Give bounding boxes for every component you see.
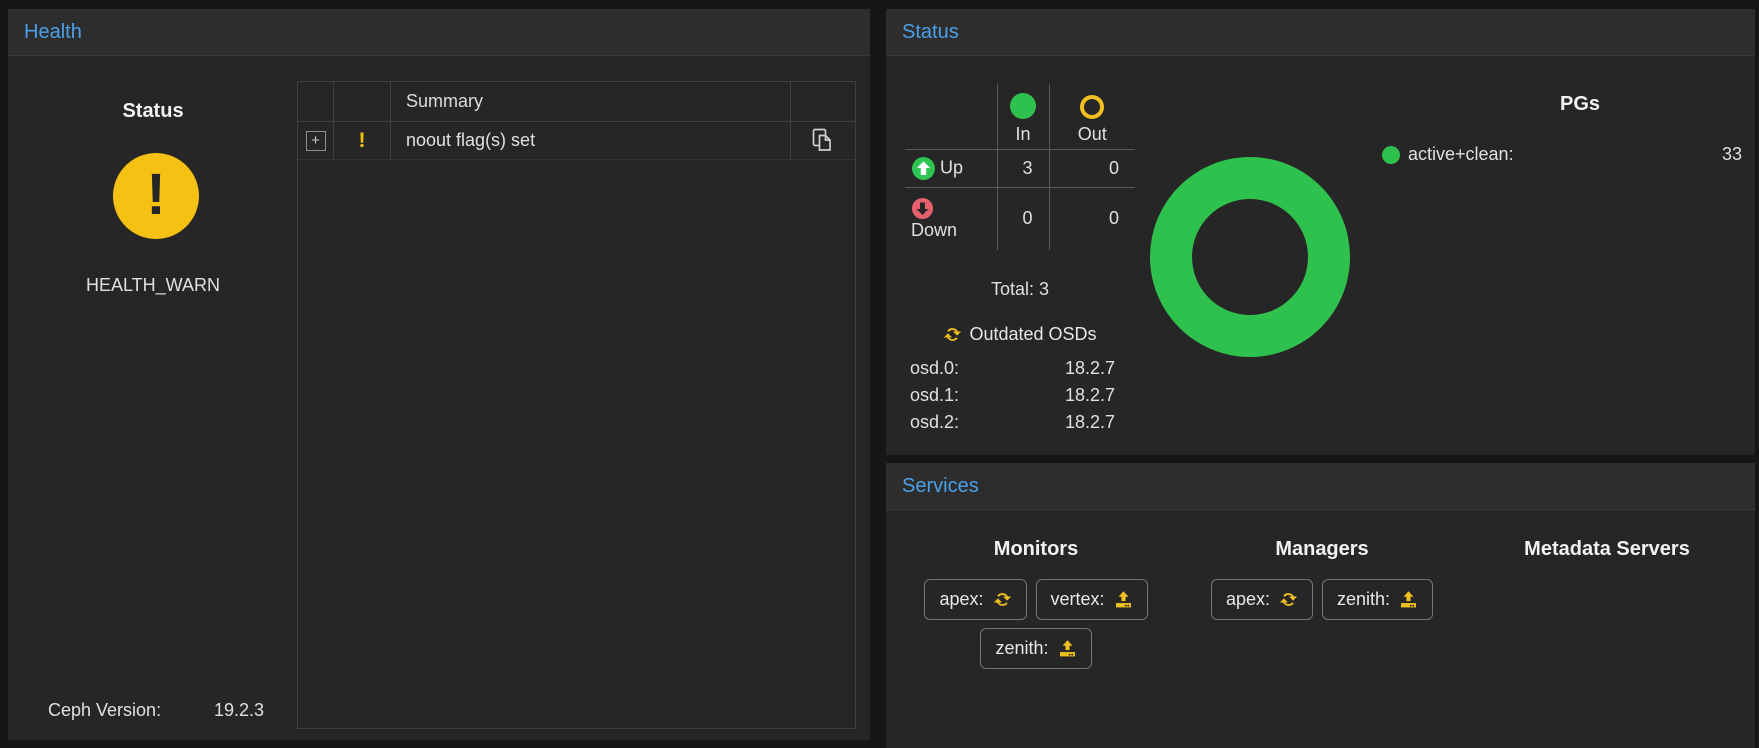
osd-name: osd.0:: [910, 355, 959, 382]
summary-cell: noout flag(s) set: [391, 122, 791, 159]
summary-column-header: Summary: [391, 82, 791, 121]
refresh-icon: [943, 325, 962, 344]
monitor-badge-vertex[interactable]: vertex:: [1036, 579, 1148, 620]
services-panel: Services Monitors apex: vertex: zenith: …: [886, 463, 1755, 748]
pgs-legend-label: active+clean:: [1408, 144, 1514, 165]
osd-down-row-label: Down: [905, 187, 997, 250]
osd-total: Total: 3: [905, 279, 1135, 300]
osd-grid-corner: [905, 84, 997, 149]
managers-heading: Managers: [1187, 538, 1457, 561]
expand-row-icon[interactable]: +: [306, 131, 326, 151]
badge-label: apex:: [939, 589, 983, 610]
upload-icon: [1114, 590, 1133, 609]
status-panel: Status In Out Up 3 0 Down 0: [886, 9, 1755, 455]
upload-icon: [1058, 639, 1077, 658]
manager-badge-zenith[interactable]: zenith:: [1322, 579, 1433, 620]
severity-column-header: [334, 82, 391, 121]
up-label: Up: [940, 157, 963, 177]
badge-label: zenith:: [995, 638, 1048, 659]
health-summary-table: Summary + ! noout flag(s) set: [297, 81, 856, 729]
osd-out-header: Out: [1049, 84, 1135, 149]
arrow-circle-down-icon: [911, 197, 934, 220]
health-status-value: HEALTH_WARN: [8, 275, 298, 296]
expand-column-header: [298, 82, 334, 121]
pgs-donut-chart: [1150, 157, 1350, 357]
monitor-badge-zenith[interactable]: zenith:: [980, 628, 1091, 669]
badge-label: apex:: [1226, 589, 1270, 610]
osd-version: 18.2.7: [1065, 409, 1115, 436]
warning-severity-icon: !: [359, 129, 366, 153]
osd-up-row-label: Up: [905, 149, 997, 187]
pgs-legend-row: active+clean: 33: [1382, 144, 1742, 165]
outdated-osds-heading: Outdated OSDs: [905, 324, 1135, 345]
badge-label: zenith:: [1337, 589, 1390, 610]
health-warning-icon: !: [113, 153, 199, 239]
manager-badge-apex[interactable]: apex:: [1211, 579, 1313, 620]
monitors-column: Monitors apex: vertex: zenith:: [901, 510, 1171, 669]
outdated-osd-row: osd.2: 18.2.7: [905, 409, 1135, 436]
outdated-osd-row: osd.1: 18.2.7: [905, 382, 1135, 409]
arrow-circle-up-icon: [911, 156, 936, 181]
in-label: In: [1015, 124, 1030, 144]
osd-up-in-value: 3: [997, 149, 1049, 187]
copy-icon[interactable]: [811, 128, 835, 154]
osd-version: 18.2.7: [1065, 355, 1115, 382]
health-panel-title: Health: [8, 9, 870, 56]
out-label: Out: [1078, 124, 1107, 144]
osd-version: 18.2.7: [1065, 382, 1115, 409]
osd-down-in-value: 0: [997, 187, 1049, 250]
outdated-osds-section: Outdated OSDs osd.0: 18.2.7 osd.1: 18.2.…: [905, 324, 1135, 436]
outdated-osd-row: osd.0: 18.2.7: [905, 355, 1135, 382]
active-clean-dot-icon: [1382, 146, 1400, 164]
health-status-heading: Status: [8, 100, 298, 123]
refresh-icon: [993, 590, 1012, 609]
osd-up-out-value: 0: [1049, 149, 1135, 187]
osd-updown-grid: In Out Up 3 0 Down 0 0: [905, 84, 1135, 250]
osd-name: osd.2:: [910, 409, 959, 436]
osd-name: osd.1:: [910, 382, 959, 409]
actions-column-header: [791, 82, 855, 121]
status-panel-title: Status: [886, 9, 1755, 56]
badge-label: vertex:: [1051, 589, 1105, 610]
managers-column: Managers apex: zenith:: [1187, 510, 1457, 620]
in-status-icon: [1010, 93, 1036, 119]
out-status-icon: [1080, 95, 1104, 119]
health-panel: Health Status ! HEALTH_WARN Summary + ! …: [8, 9, 870, 740]
ceph-version-label: Ceph Version:: [48, 700, 161, 721]
monitors-heading: Monitors: [901, 538, 1171, 561]
refresh-icon: [1279, 590, 1298, 609]
osd-down-out-value: 0: [1049, 187, 1135, 250]
pgs-heading: PGs: [1480, 93, 1680, 116]
table-row[interactable]: + ! noout flag(s) set: [298, 122, 855, 160]
pgs-legend-value: 33: [1722, 144, 1742, 165]
upload-icon: [1399, 590, 1418, 609]
metadata-servers-heading: Metadata Servers: [1472, 538, 1742, 561]
monitor-badge-apex[interactable]: apex:: [924, 579, 1026, 620]
health-summary-table-header: Summary: [298, 82, 855, 122]
ceph-version-row: Ceph Version: 19.2.3: [48, 700, 264, 721]
services-panel-title: Services: [886, 463, 1755, 510]
osd-in-header: In: [997, 84, 1049, 149]
down-label: Down: [911, 220, 957, 240]
outdated-osds-heading-label: Outdated OSDs: [969, 324, 1096, 345]
ceph-version-value: 19.2.3: [214, 700, 264, 721]
metadata-servers-column: Metadata Servers: [1472, 510, 1742, 561]
